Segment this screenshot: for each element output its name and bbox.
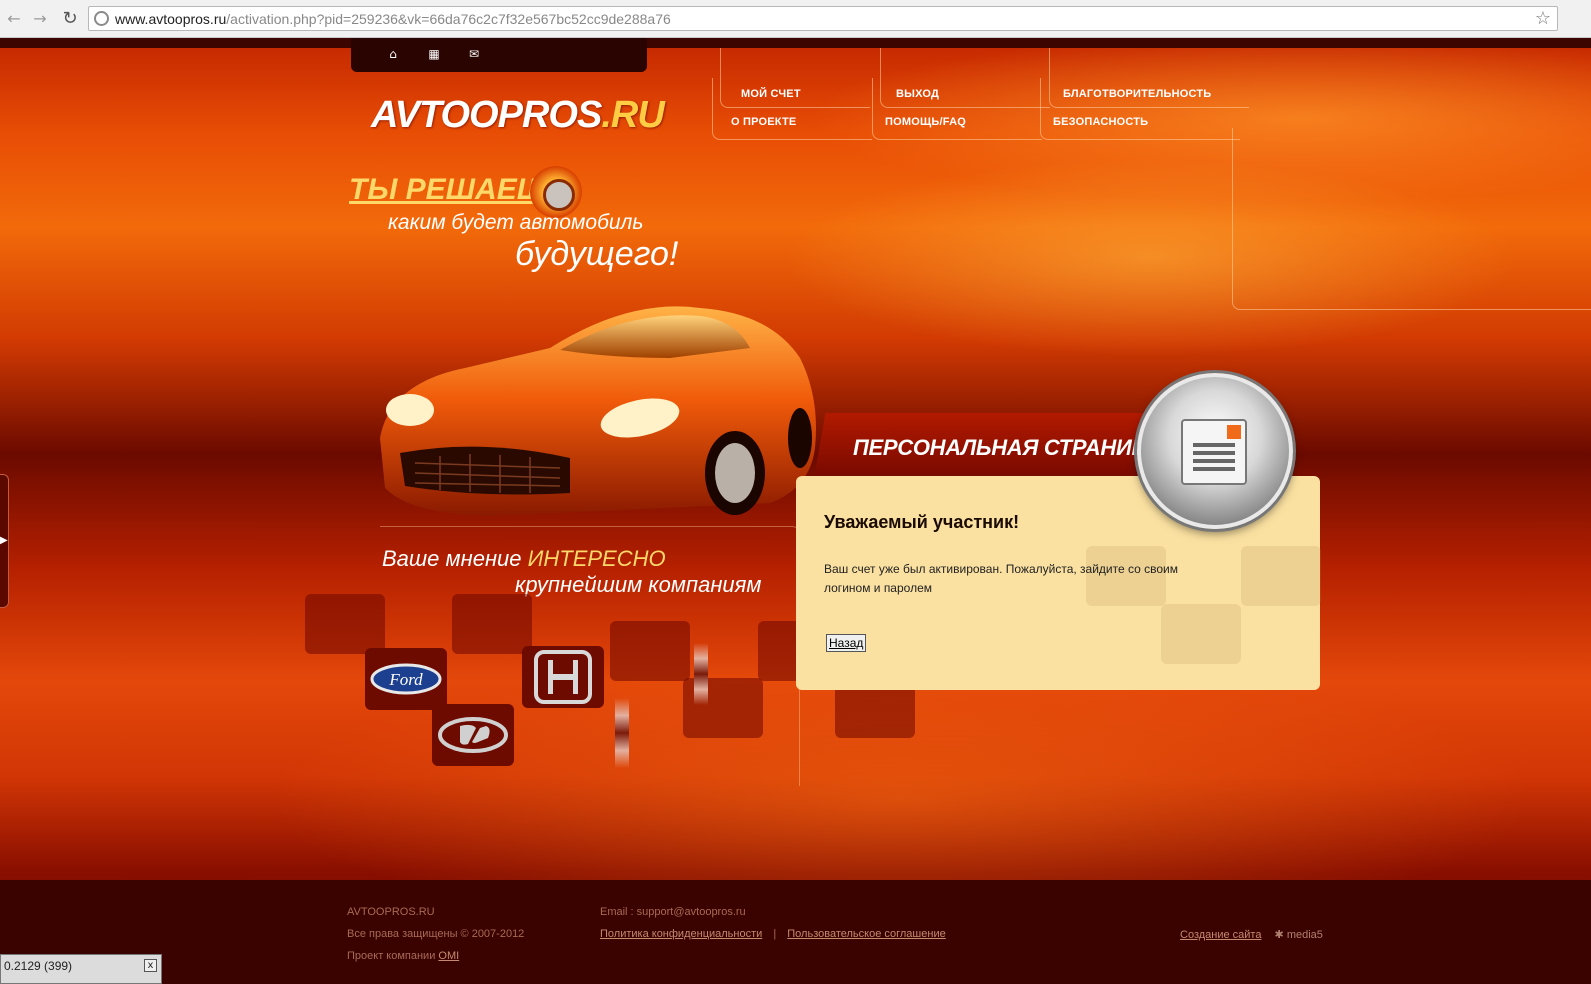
debug-overlay: 0.2129 (399) x: [0, 954, 162, 984]
privacy-policy-link[interactable]: Политика конфиденциальности: [600, 928, 762, 940]
document-line: [1193, 459, 1235, 463]
reload-icon[interactable]: ↻: [60, 9, 80, 29]
studio-logo-icon: ✱: [1274, 929, 1284, 941]
bg-tile: [305, 594, 385, 654]
footer-email[interactable]: Email : support@avtoopros.ru: [600, 906, 746, 918]
address-bar[interactable]: www.avtoopros.ru/activation.php?pid=2592…: [88, 6, 1558, 31]
menu-help[interactable]: ПОМОЩЬ/FAQ: [885, 116, 966, 128]
top-strip: [0, 38, 1591, 48]
footer-separator: |: [773, 928, 777, 940]
footer-site-name: AVTOOPROS.RU: [347, 906, 435, 918]
url-text[interactable]: www.avtoopros.ru/activation.php?pid=2592…: [115, 11, 671, 27]
home-icon[interactable]: ⌂: [385, 47, 401, 61]
opinion-text: Ваше мнение: [382, 546, 528, 571]
close-icon[interactable]: x: [144, 959, 157, 972]
menu-charity[interactable]: БЛАГОТВОРИТЕЛЬНОСТЬ: [1063, 88, 1211, 100]
omi-link[interactable]: OMI: [438, 950, 459, 962]
site-creation-link[interactable]: Создание сайта: [1180, 929, 1261, 941]
decor-frame: [1232, 128, 1591, 310]
user-agreement-link[interactable]: Пользовательское соглашение: [787, 928, 945, 940]
studio-name[interactable]: media5: [1287, 929, 1323, 941]
ford-wordmark: Ford: [388, 670, 423, 689]
card-title: ПЕРСОНАЛЬНАЯ СТРАНИЦА: [853, 435, 1163, 460]
back-arrow-icon[interactable]: ←: [4, 9, 24, 29]
brand-honda-logo[interactable]: [522, 646, 604, 708]
site-logo[interactable]: AVTOOPROS.RU: [371, 94, 665, 137]
document-icon: [1181, 419, 1247, 485]
url-path: /activation.php?pid=259236&vk=66da76c2c7…: [226, 11, 671, 27]
menu-my-account[interactable]: МОЙ СЧЕТ: [741, 88, 801, 100]
logo-suffix: .RU: [601, 94, 664, 136]
sports-car-image: [380, 306, 816, 516]
blur-logo-strip: [615, 698, 629, 768]
quick-icons-bar: ⌂ ▦ ✉: [351, 38, 647, 72]
forward-arrow-icon[interactable]: →: [30, 9, 50, 29]
bg-tile: [610, 621, 690, 681]
card-message: Ваш счет уже был активирован. Пожалуйста…: [824, 562, 1178, 595]
document-line: [1193, 451, 1235, 455]
logo-main: AVTOOPROS: [371, 94, 602, 136]
bookmark-star-icon[interactable]: ☆: [1535, 8, 1551, 29]
browser-toolbar: ← → ↻ www.avtoopros.ru/activation.php?pi…: [0, 0, 1591, 38]
blur-logo-strip: [694, 643, 708, 705]
opinion-line-1: Ваше мнение ИНТЕРЕСНО: [382, 546, 666, 572]
page-body: ⌂ ▦ ✉ AVTOOPROS.RU МОЙ СЧЕТ ВЫХОД БЛАГОТ…: [0, 38, 1591, 984]
document-corner: [1227, 425, 1241, 439]
menu-about[interactable]: О ПРОЕКТЕ: [731, 116, 796, 128]
bg-tile: [1161, 604, 1241, 664]
footer-legal-links: Политика конфиденциальности | Пользовате…: [600, 928, 946, 940]
footer-project: Проект компании OMI: [347, 950, 459, 962]
menu-logout[interactable]: ВЫХОД: [896, 88, 939, 100]
opinion-highlight: ИНТЕРЕСНО: [527, 546, 666, 571]
brand-ford-logo[interactable]: Ford: [365, 648, 447, 710]
footer-rights: Все права защищены © 2007-2012: [347, 928, 525, 940]
chevron-right-icon[interactable]: ▶: [0, 535, 8, 546]
footer: AVTOOPROS.RU Все права защищены © 2007-2…: [0, 880, 1591, 984]
menu-security[interactable]: БЕЗОПАСНОСТЬ: [1053, 116, 1148, 128]
document-line: [1193, 467, 1235, 471]
card-heading: Уважаемый участник!: [824, 512, 1020, 532]
slogan-line-3: будущего!: [515, 235, 679, 273]
overlay-value: 0.2129 (399): [4, 959, 73, 973]
footer-project-prefix: Проект компании: [347, 950, 439, 962]
bg-tile: [452, 594, 532, 654]
document-line: [1193, 443, 1235, 447]
mail-icon[interactable]: ✉: [466, 47, 482, 61]
footer-credits: Создание сайта ✱ media5: [1180, 928, 1323, 941]
page-info-icon[interactable]: [94, 11, 109, 26]
brand-hyundai-logo[interactable]: [432, 704, 514, 766]
opinion-line-2: крупнейшим компаниям: [515, 572, 762, 597]
sitemap-icon[interactable]: ▦: [426, 47, 442, 61]
bg-tile: [1241, 546, 1321, 606]
back-button[interactable]: Назад: [826, 634, 867, 652]
url-domain: www.avtoopros.ru: [115, 11, 227, 27]
slogan-line-2: каким будет автомобиль: [388, 211, 644, 234]
